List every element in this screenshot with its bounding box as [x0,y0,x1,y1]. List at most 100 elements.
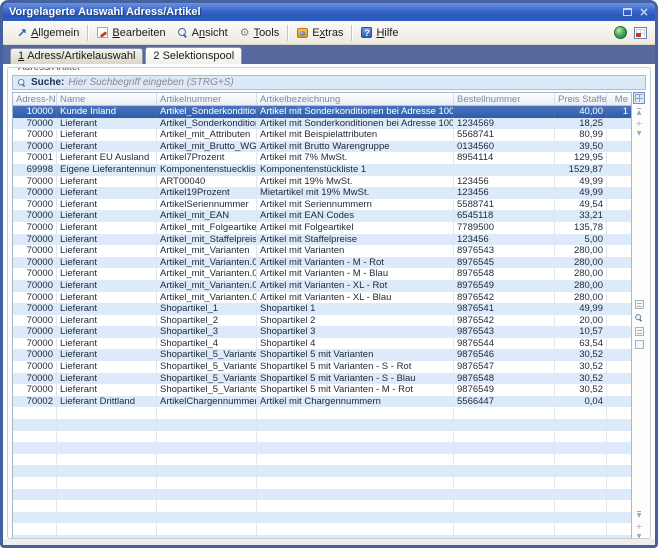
table-row[interactable]: 70000 Lieferant Shopartikel_5_Varianten … [13,349,631,361]
table-row[interactable]: 70000 Lieferant ART00040 Artikel mit 19%… [13,176,631,188]
cell-name [57,454,157,466]
table-row[interactable]: 70000 Lieferant ArtikelSeriennummer Arti… [13,199,631,211]
cell-me [607,257,631,269]
menu-bearbeiten[interactable]: Bearbeiten [91,25,171,41]
cell-name: Lieferant [57,361,157,373]
table-row[interactable]: 70001 Lieferant EU Ausland Artikel7Proze… [13,152,631,164]
table-row[interactable]: 70000 Lieferant Artikel_mit_Attributen A… [13,129,631,141]
table-row[interactable]: 70000 Lieferant Shopartikel_3 Shopartike… [13,326,631,338]
column-header-adressnr[interactable]: Adress-Nr. [13,93,57,105]
scroll-first-icon[interactable]: ▲ [637,108,642,116]
cell-name [57,500,157,512]
table-row[interactable]: 70000 Lieferant Artikel19Prozent Mietart… [13,187,631,199]
table-row[interactable]: 70000 Lieferant Shopartikel_5_Varianten.… [13,361,631,373]
menu-tools[interactable]: ⚙ Tools [234,25,286,41]
table-row[interactable] [13,465,631,477]
table-row[interactable]: 70000 Lieferant Shopartikel_2 Shopartike… [13,315,631,327]
form-view-icon[interactable] [635,327,644,336]
table-row[interactable]: 10000 Kunde Inland Artikel_Sonderkonditi… [13,106,631,118]
cell-me [607,292,631,304]
append-row-icon[interactable]: + [636,523,643,530]
cell-artikelnummer [157,454,257,466]
table-row[interactable]: 70000 Lieferant Shopartikel_1 Shopartike… [13,303,631,315]
cell-adressnr: 70000 [13,199,57,211]
filter-icon[interactable] [635,340,644,349]
table-row[interactable]: 70000 Lieferant Artikel_mit_Staffelpreis… [13,234,631,246]
cell-artikelnummer [157,442,257,454]
scroll-last-icon[interactable]: ▼ [637,534,642,539]
cell-me [607,361,631,373]
menu-allgemein[interactable]: ↗ Allgemein [11,25,85,41]
table-row[interactable]: 70000 Lieferant Shopartikel_5_Varianten.… [13,384,631,396]
menu-hilfe[interactable]: ? Hilfe [355,25,404,41]
cell-preis: 80,99 [555,129,607,141]
scroll-down-icon[interactable]: ▼ [637,511,642,519]
cell-preis [555,512,607,524]
table-row[interactable]: 69998 Eigene Lieferantennummer-Firma Kom… [13,164,631,176]
column-chooser-icon[interactable] [633,92,645,104]
table-row[interactable]: 70000 Lieferant Artikel_mit_Varianten.00… [13,292,631,304]
table-row[interactable]: 70000 Lieferant Artikel_mit_Varianten.00… [13,280,631,292]
insert-row-icon[interactable]: + [636,120,643,127]
table-row[interactable] [13,407,631,419]
maximize-icon[interactable] [623,8,632,16]
table-row[interactable] [13,419,631,431]
table-row[interactable]: 70000 Lieferant Artikel_mit_Varianten Ar… [13,245,631,257]
table-row[interactable]: 70000 Lieferant Artikel_Sonderkonditione… [13,118,631,130]
table-row[interactable] [13,431,631,443]
cell-artikelbezeichnung: Shopartikel 5 mit Varianten - M - Rot [257,384,454,396]
table-row[interactable]: 70002 Lieferant Drittland ArtikelChargen… [13,396,631,408]
table-row[interactable] [13,454,631,466]
globe-icon[interactable] [614,26,627,39]
table-row[interactable]: 70000 Lieferant Artikel_mit_EAN Artikel … [13,210,631,222]
table-row[interactable] [13,477,631,489]
cell-adressnr: 70000 [13,234,57,246]
table-row[interactable]: 70000 Lieferant Shopartikel_4 Shopartike… [13,338,631,350]
cell-preis: 10,57 [555,326,607,338]
search-input[interactable] [68,77,641,88]
table-row[interactable] [13,523,631,535]
column-header-me[interactable]: Me [607,93,631,105]
cell-me: 1 [607,106,631,118]
column-header-artikelbezeichnung[interactable]: Artikelbezeichnung [257,93,454,105]
cell-artikelnummer: Artikel_mit_Staffelpreise [157,234,257,246]
table-row[interactable] [13,500,631,512]
titlebar[interactable]: Vorgelagerte Auswahl Adress/Artikel × [3,3,655,21]
menubar: ↗ Allgemein Bearbeiten Ansicht ⚙ Tools E… [3,21,655,45]
table-row[interactable] [13,442,631,454]
column-header-bestellnummer[interactable]: Bestellnummer [454,93,555,105]
column-header-preis[interactable]: Preis Staffel 1 [555,93,607,105]
tab-selektionspool[interactable]: 2 Selektionspool [145,47,242,64]
tab-adress-artikelauswahl[interactable]: 1 Adress/Artikelauswahl [10,48,143,64]
cell-me [607,234,631,246]
cell-bestellnummer: 123456 [454,234,555,246]
cell-artikelbezeichnung: Artikel mit EAN Codes [257,210,454,222]
table-row[interactable] [13,512,631,524]
article-grid: Adress-Nr. Name Artikelnummer Artikelbez… [12,92,632,539]
table-row[interactable]: 70000 Lieferant Artikel_mit_Varianten.00… [13,257,631,269]
cell-me [607,373,631,385]
close-icon[interactable]: × [639,7,649,17]
cell-artikelbezeichnung [257,465,454,477]
list-icon[interactable] [635,300,644,309]
table-row[interactable] [13,489,631,501]
cell-name: Lieferant [57,234,157,246]
cell-preis: 30,52 [555,361,607,373]
menu-ansicht[interactable]: Ansicht [172,25,234,41]
table-row[interactable]: 70000 Lieferant Shopartikel_5_Varianten.… [13,373,631,385]
scroll-up-icon[interactable]: ▼ [637,131,642,137]
table-row[interactable]: 70000 Lieferant Artikel_mit_Varianten.00… [13,268,631,280]
table-row[interactable]: 70000 Lieferant Artikel_mit_Folgeartikel… [13,222,631,234]
cell-artikelnummer: ART00040 [157,176,257,188]
cell-name [57,419,157,431]
cell-preis: 280,00 [555,292,607,304]
column-header-name[interactable]: Name [57,93,157,105]
table-row[interactable] [13,535,631,539]
cell-artikelnummer: Artikel19Prozent [157,187,257,199]
cell-adressnr: 70000 [13,280,57,292]
table-row[interactable]: 70000 Lieferant Artikel_mit_Brutto_WGR A… [13,141,631,153]
column-header-artikelnummer[interactable]: Artikelnummer [157,93,257,105]
table-icon[interactable] [634,27,647,39]
lookup-icon[interactable] [635,314,643,322]
menu-extras[interactable]: Extras [291,25,349,41]
